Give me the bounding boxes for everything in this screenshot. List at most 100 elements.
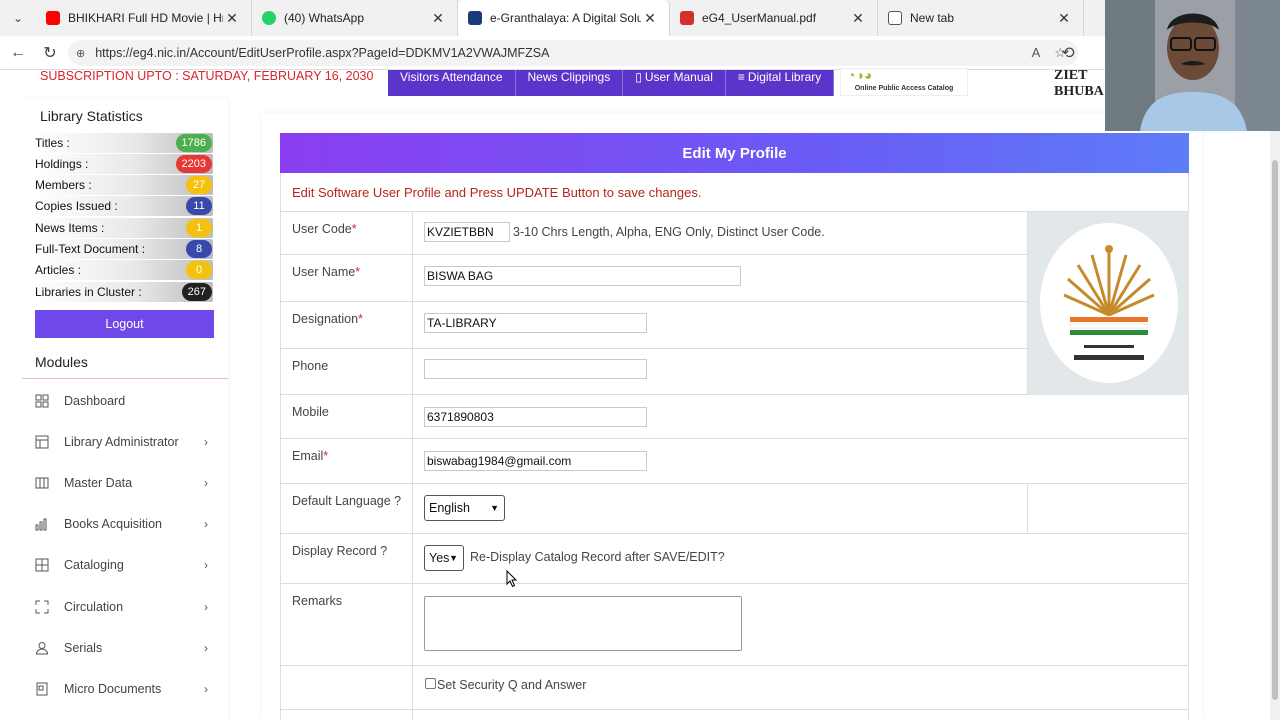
row-display-record: Display Record ? Yes ▼ Re-Display Catalo… <box>280 534 1189 584</box>
user-code-field[interactable]: KVZIETBBN <box>424 222 510 242</box>
stat-badge: 267 <box>181 283 212 301</box>
stat-news-items[interactable]: News Items : 1 <box>35 218 213 238</box>
display-record-hint: Re-Display Catalog Record after SAVE/EDI… <box>470 550 725 564</box>
institution-line1: ZIET <box>1054 68 1088 83</box>
table-icon <box>34 434 50 450</box>
stat-articles[interactable]: Articles : 0 <box>35 260 213 280</box>
user-name-field[interactable]: BISWA BAG <box>424 266 741 286</box>
logout-button[interactable]: Logout <box>35 310 214 338</box>
tab-newtab[interactable]: New tab ✕ <box>878 0 1084 36</box>
sidebar-item-master-data[interactable]: Master Data › <box>34 472 214 494</box>
remarks-textarea[interactable] <box>424 596 742 651</box>
sidebar-item-label: Micro Documents <box>64 682 162 696</box>
page-scrollbar[interactable] <box>1270 70 1280 720</box>
mouse-cursor-icon <box>506 570 518 588</box>
language-select[interactable]: English ▼ <box>424 495 505 521</box>
required-mark: * <box>351 222 357 236</box>
close-icon[interactable]: ✕ <box>641 10 659 27</box>
email-field[interactable]: biswabag1984@gmail.com <box>424 451 647 471</box>
column-divider <box>412 349 413 394</box>
stat-fulltext-documents[interactable]: Full-Text Document : 8 <box>35 239 213 259</box>
opac-logo[interactable]: ◔◑◕ Online Public Access Catalog <box>840 67 968 96</box>
tab-list-chevron-icon[interactable]: ⌄ <box>0 0 36 36</box>
webcam-video-overlay <box>1105 0 1280 131</box>
tab-youtube[interactable]: BHIKHARI Full HD Movie | Hrithik ✕ <box>36 0 252 36</box>
address-bar: ← ↻ ⊕ https://eg4.nic.in/Account/EditUse… <box>0 36 1280 70</box>
chevron-down-icon: ▼ <box>490 503 499 513</box>
chevron-right-icon: › <box>204 600 208 614</box>
sidebar-item-cataloging[interactable]: Cataloging › <box>34 554 214 576</box>
sidebar-item-micro-documents[interactable]: Micro Documents › <box>34 678 214 700</box>
mobile-field[interactable]: 6371890803 <box>424 407 647 427</box>
display-record-select[interactable]: Yes ▼ <box>424 545 464 571</box>
nav-news-clippings[interactable]: News Clippings <box>515 70 624 96</box>
close-icon[interactable]: ✕ <box>849 10 867 27</box>
stat-label: Full-Text Document : <box>35 242 146 256</box>
user-code-hint: 3-10 Chrs Length, Alpha, ENG Only, Disti… <box>513 225 825 239</box>
column-divider <box>412 666 413 709</box>
organisation-logo-cell <box>1027 212 1189 395</box>
nic-icon <box>468 11 482 25</box>
row-default-language: Default Language ? English ▼ <box>280 484 1189 534</box>
column-divider <box>412 710 413 720</box>
phone-field[interactable] <box>424 359 647 379</box>
nav-user-manual[interactable]: ▯ User Manual <box>623 70 726 96</box>
extensions-icon[interactable]: ⟲ <box>1052 43 1084 63</box>
document-icon <box>34 681 50 697</box>
field-label: User Code* <box>292 222 357 236</box>
form-instructions: Edit Software User Profile and Press UPD… <box>280 173 1189 212</box>
new-tab-icon <box>888 11 902 25</box>
reload-icon[interactable]: ↻ <box>34 43 66 63</box>
close-icon[interactable]: ✕ <box>1055 10 1073 27</box>
tab-whatsapp[interactable]: (40) WhatsApp ✕ <box>252 0 458 36</box>
label-text: Email <box>292 449 324 463</box>
tab-pdf[interactable]: eG4_UserManual.pdf ✕ <box>670 0 878 36</box>
sidebar-item-library-administrator[interactable]: Library Administrator › <box>34 431 214 453</box>
column-divider <box>412 395 413 438</box>
library-statistics-title: Library Statistics <box>40 108 143 124</box>
stat-copies-issued[interactable]: Copies Issued : 11 <box>35 196 213 216</box>
browser-tab-strip: ⌄ BHIKHARI Full HD Movie | Hrithik ✕ (40… <box>0 0 1280 36</box>
nav-label: User Manual <box>644 70 713 84</box>
field-label: Remarks <box>292 594 343 608</box>
close-icon[interactable]: ✕ <box>429 10 447 27</box>
sidebar-item-dashboard[interactable]: Dashboard <box>34 390 214 412</box>
chevron-right-icon: › <box>204 476 208 490</box>
url-field[interactable]: ⊕ https://eg4.nic.in/Account/EditUserPro… <box>68 40 1078 66</box>
scrollbar-thumb[interactable] <box>1272 160 1278 700</box>
stat-badge: 2203 <box>175 155 212 173</box>
tab-egranthalaya[interactable]: e-Granthalaya: A Digital Solution ✕ <box>458 0 670 36</box>
sidebar-item-circulation[interactable]: Circulation › <box>34 596 214 618</box>
presenter-video-image <box>1105 0 1280 131</box>
stat-holdings[interactable]: Holdings : 2203 <box>35 154 213 174</box>
read-aloud-icon[interactable]: A <box>1032 45 1041 61</box>
nav-digital-library[interactable]: ≡ Digital Library <box>725 70 835 96</box>
expand-icon <box>34 599 50 615</box>
sidebar-item-books-acquisition[interactable]: Books Acquisition › <box>34 513 214 535</box>
stat-members[interactable]: Members : 27 <box>35 175 213 195</box>
field-label: Email* <box>292 449 328 463</box>
column-divider <box>412 484 413 533</box>
sidebar-item-label: Master Data <box>64 476 133 490</box>
sidebar-item-serials[interactable]: Serials › <box>34 637 214 659</box>
chevron-down-icon: ▼ <box>449 553 458 563</box>
chevron-right-icon: › <box>204 641 208 655</box>
url-text: https://eg4.nic.in/Account/EditUserProfi… <box>95 46 550 60</box>
row-next <box>280 710 1189 720</box>
stat-titles[interactable]: Titles : 1786 <box>35 133 213 153</box>
column-divider <box>412 255 413 301</box>
close-icon[interactable]: ✕ <box>223 10 241 27</box>
site-info-icon[interactable]: ⊕ <box>76 47 85 60</box>
column-divider <box>412 534 413 583</box>
tab-title: e-Granthalaya: A Digital Solution <box>490 11 641 25</box>
nav-visitors-attendance[interactable]: Visitors Attendance <box>388 70 516 96</box>
label-text: User Code <box>292 222 352 236</box>
back-arrow-icon[interactable]: ← <box>2 44 34 62</box>
security-checkbox[interactable] <box>425 678 436 689</box>
stat-libraries-in-cluster[interactable]: Libraries in Cluster : 267 <box>35 282 213 302</box>
sidebar-item-label: Serials <box>64 641 103 655</box>
kvs-emblem-icon <box>1063 245 1155 360</box>
designation-field[interactable]: TA-LIBRARY <box>424 313 647 333</box>
modules-title: Modules <box>35 354 88 370</box>
field-label: Default Language ? <box>292 494 402 508</box>
